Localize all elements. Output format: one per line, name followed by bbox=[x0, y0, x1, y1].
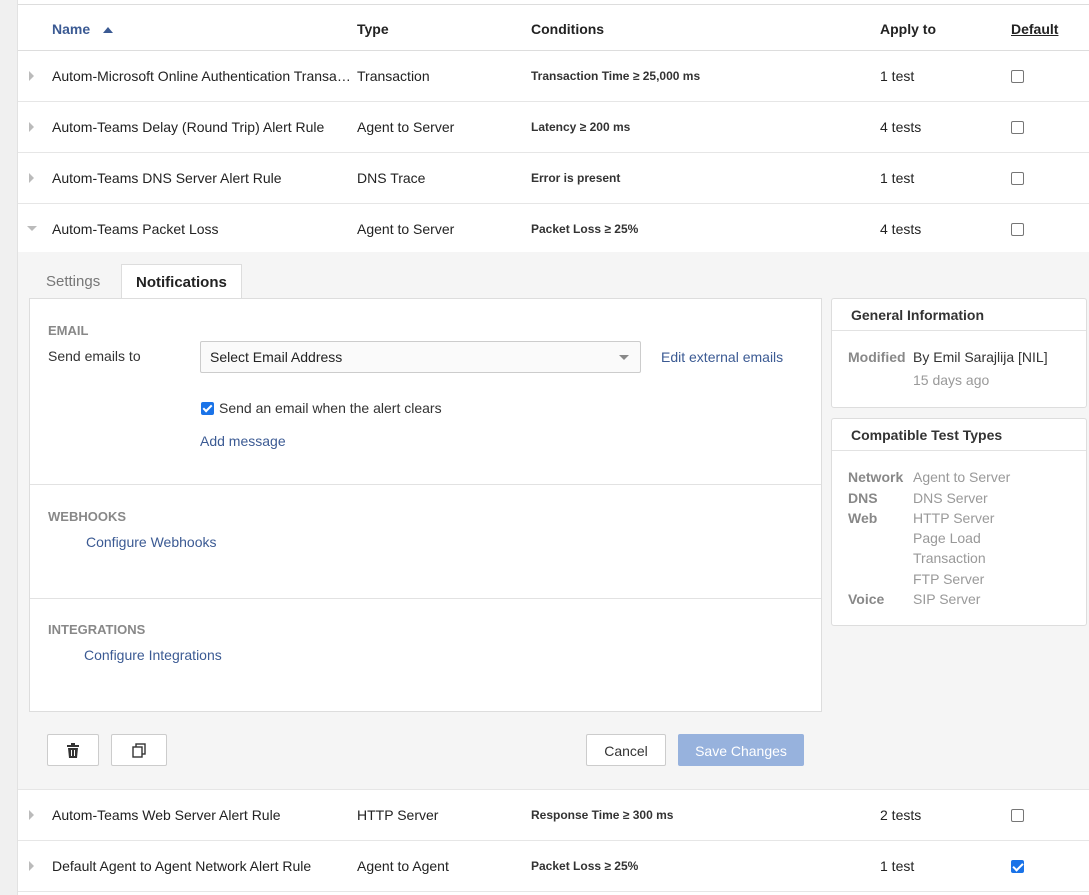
web-label: Web bbox=[848, 510, 878, 526]
rule-type: Agent to Agent bbox=[357, 858, 449, 874]
sort-ascending-icon[interactable] bbox=[103, 27, 113, 33]
rule-conditions: Latency ≥ 200 ms bbox=[531, 120, 631, 134]
webhooks-section-title: WEBHOOKS bbox=[48, 509, 126, 524]
dns-label: DNS bbox=[848, 490, 878, 506]
left-rail bbox=[0, 0, 18, 895]
network-value: Agent to Server bbox=[913, 469, 1011, 485]
duplicate-button[interactable] bbox=[111, 734, 167, 766]
modified-when: 15 days ago bbox=[913, 372, 990, 388]
rule-type: DNS Trace bbox=[357, 170, 426, 186]
default-checkbox[interactable] bbox=[1011, 70, 1024, 83]
cancel-label: Cancel bbox=[604, 743, 648, 759]
general-information-card: General Information Modified By Emil Sar… bbox=[831, 298, 1087, 408]
rule-apply-to: 1 test bbox=[880, 858, 915, 874]
col-conditions-header[interactable]: Conditions bbox=[531, 21, 604, 37]
configure-integrations-link[interactable]: Configure Integrations bbox=[84, 647, 222, 663]
save-changes-label: Save Changes bbox=[695, 743, 787, 759]
rule-name: Autom-Teams DNS Server Alert Rule bbox=[52, 170, 282, 186]
rule-apply-to: 1 test bbox=[880, 170, 915, 186]
rule-name: Autom-Teams Delay (Round Trip) Alert Rul… bbox=[52, 119, 325, 135]
send-emails-label: Send emails to bbox=[48, 348, 141, 364]
compatible-test-types-title: Compatible Test Types bbox=[832, 419, 1086, 451]
rule-name: Default Agent to Agent Network Alert Rul… bbox=[52, 858, 312, 874]
expand-caret-icon[interactable] bbox=[29, 71, 34, 81]
integrations-section-title: INTEGRATIONS bbox=[48, 622, 146, 637]
table-row[interactable]: Autom-Microsoft Online Authentication Tr… bbox=[18, 51, 1089, 102]
table-row[interactable]: Autom-Teams Delay (Round Trip) Alert Rul… bbox=[18, 102, 1089, 153]
cancel-button[interactable]: Cancel bbox=[586, 734, 666, 766]
dns-value: DNS Server bbox=[913, 490, 988, 506]
network-label: Network bbox=[848, 469, 904, 485]
rule-apply-to: 1 test bbox=[880, 68, 915, 84]
expand-caret-icon[interactable] bbox=[29, 810, 34, 820]
chevron-down-icon bbox=[619, 355, 629, 360]
modified-by: By Emil Sarajlija [NIL] bbox=[913, 349, 1048, 365]
default-checkbox-checked[interactable] bbox=[1011, 860, 1024, 873]
notifications-panel: EMAIL Send emails to Select Email Addres… bbox=[29, 298, 822, 712]
expand-caret-icon[interactable] bbox=[29, 861, 34, 871]
col-name-header[interactable]: Name bbox=[52, 21, 90, 37]
email-address-select[interactable]: Select Email Address bbox=[200, 341, 641, 373]
rule-name: Autom-Teams Web Server Alert Rule bbox=[52, 807, 281, 823]
add-message-link[interactable]: Add message bbox=[200, 433, 286, 449]
web-value: HTTP Server bbox=[913, 510, 995, 526]
col-apply-header[interactable]: Apply to bbox=[880, 21, 936, 37]
tab-settings[interactable]: Settings bbox=[32, 264, 114, 300]
col-type-header[interactable]: Type bbox=[357, 21, 389, 37]
email-section-title: EMAIL bbox=[48, 323, 89, 338]
rule-type: HTTP Server bbox=[357, 807, 439, 823]
delete-button[interactable] bbox=[47, 734, 99, 766]
edit-external-emails-link[interactable]: Edit external emails bbox=[661, 349, 783, 365]
web-value: Page Load bbox=[913, 530, 981, 546]
expand-caret-icon[interactable] bbox=[29, 173, 34, 183]
voice-value: SIP Server bbox=[913, 591, 981, 607]
default-checkbox[interactable] bbox=[1011, 223, 1024, 236]
rule-conditions: Packet Loss ≥ 25% bbox=[531, 859, 639, 873]
collapse-caret-icon[interactable] bbox=[27, 226, 37, 231]
alert-clears-checkbox[interactable] bbox=[201, 402, 214, 415]
web-value: Transaction bbox=[913, 550, 986, 566]
rule-apply-to: 2 tests bbox=[880, 807, 922, 823]
expand-caret-icon[interactable] bbox=[29, 122, 34, 132]
web-value: FTP Server bbox=[913, 571, 985, 587]
alert-clears-label: Send an email when the alert clears bbox=[219, 400, 442, 416]
rule-conditions: Transaction Time ≥ 25,000 ms bbox=[531, 69, 701, 83]
modified-label: Modified bbox=[848, 349, 906, 365]
rule-name: Autom-Teams Packet Loss bbox=[52, 221, 219, 237]
general-information-title: General Information bbox=[832, 299, 1086, 331]
rule-conditions: Packet Loss ≥ 25% bbox=[531, 222, 639, 236]
save-changes-button[interactable]: Save Changes bbox=[678, 734, 804, 766]
configure-webhooks-link[interactable]: Configure Webhooks bbox=[86, 534, 216, 550]
compatible-test-types-card: Compatible Test Types Network Agent to S… bbox=[831, 418, 1087, 626]
rule-conditions: Response Time ≥ 300 ms bbox=[531, 808, 674, 822]
rule-name: Autom-Microsoft Online Authentication Tr… bbox=[52, 68, 352, 84]
trash-icon bbox=[67, 743, 79, 758]
copy-icon bbox=[132, 743, 146, 758]
voice-label: Voice bbox=[848, 591, 885, 607]
tab-notifications[interactable]: Notifications bbox=[121, 264, 242, 300]
section-divider bbox=[30, 598, 821, 599]
email-select-value: Select Email Address bbox=[210, 349, 343, 365]
rule-conditions: Error is present bbox=[531, 171, 621, 185]
rule-details-panel: Settings Notifications EMAIL Send emails… bbox=[18, 252, 1089, 790]
rule-apply-to: 4 tests bbox=[880, 119, 922, 135]
section-divider bbox=[30, 484, 821, 485]
table-row[interactable]: Autom-Teams Web Server Alert Rule HTTP S… bbox=[18, 790, 1089, 841]
table-header: Name Type Conditions Apply to Default bbox=[18, 4, 1089, 51]
rule-type: Transaction bbox=[357, 68, 430, 84]
alert-rules-table: Name Type Conditions Apply to Default Au… bbox=[18, 4, 1089, 892]
table-row-expanded[interactable]: Autom-Teams Packet Loss Agent to Server … bbox=[18, 204, 1089, 252]
default-checkbox[interactable] bbox=[1011, 809, 1024, 822]
rule-type: Agent to Server bbox=[357, 221, 455, 237]
rule-apply-to: 4 tests bbox=[880, 221, 922, 237]
default-checkbox[interactable] bbox=[1011, 121, 1024, 134]
table-row[interactable]: Default Agent to Agent Network Alert Rul… bbox=[18, 841, 1089, 892]
table-row[interactable]: Autom-Teams DNS Server Alert Rule DNS Tr… bbox=[18, 153, 1089, 204]
col-default-header[interactable]: Default bbox=[1011, 21, 1058, 37]
rule-type: Agent to Server bbox=[357, 119, 455, 135]
default-checkbox[interactable] bbox=[1011, 172, 1024, 185]
